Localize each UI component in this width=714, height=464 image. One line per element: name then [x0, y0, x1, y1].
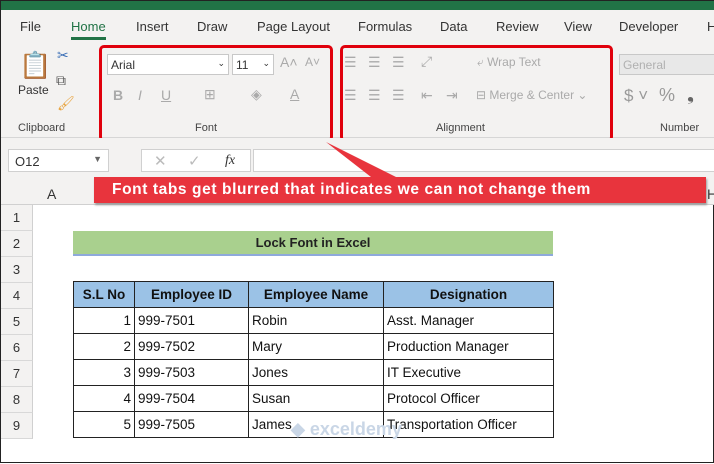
- table-header-cell[interactable]: Employee ID: [134, 281, 249, 308]
- table-cell[interactable]: Susan: [248, 385, 384, 412]
- table-header-cell[interactable]: Designation: [383, 281, 554, 308]
- table-cell[interactable]: 4: [73, 385, 135, 412]
- watermark-logo: ◆ exceldemy: [291, 419, 402, 439]
- table-cell[interactable]: 2: [73, 333, 135, 360]
- table-cell[interactable]: 999-7505: [134, 411, 249, 438]
- table-row: 1 999-7501 Robin Asst. Manager: [73, 307, 554, 334]
- table-cell[interactable]: Production Manager: [383, 333, 554, 360]
- table-cell[interactable]: Asst. Manager: [383, 307, 554, 334]
- table-cell[interactable]: 999-7501: [134, 307, 249, 334]
- table-cell[interactable]: Mary: [248, 333, 384, 360]
- table-cell[interactable]: 3: [73, 359, 135, 386]
- table-cell[interactable]: 999-7504: [134, 385, 249, 412]
- table-cell[interactable]: Protocol Officer: [383, 385, 554, 412]
- table-cell[interactable]: Transportation Officer: [383, 411, 554, 438]
- callout-annotation: Font tabs get blurred that indicates we …: [94, 177, 706, 203]
- employee-table: S.L No Employee ID Employee Name Designatio…: [73, 281, 554, 438]
- table-cell[interactable]: Jones: [248, 359, 384, 386]
- table-header-cell[interactable]: Employee Name: [248, 281, 384, 308]
- table-row: 3 999-7503 Jones IT Executive: [73, 359, 554, 386]
- table-cell[interactable]: 999-7503: [134, 359, 249, 386]
- table-header-cell[interactable]: S.L No: [73, 281, 135, 308]
- sheet-title[interactable]: Lock Font in Excel: [73, 231, 553, 256]
- table-cell[interactable]: 5: [73, 411, 135, 438]
- table-row: 2 999-7502 Mary Production Manager: [73, 333, 554, 360]
- table-row: 4 999-7504 Susan Protocol Officer: [73, 385, 554, 412]
- table-cell[interactable]: IT Executive: [383, 359, 554, 386]
- table-cell[interactable]: 1: [73, 307, 135, 334]
- table-cell[interactable]: 999-7502: [134, 333, 249, 360]
- table-cell[interactable]: Robin: [248, 307, 384, 334]
